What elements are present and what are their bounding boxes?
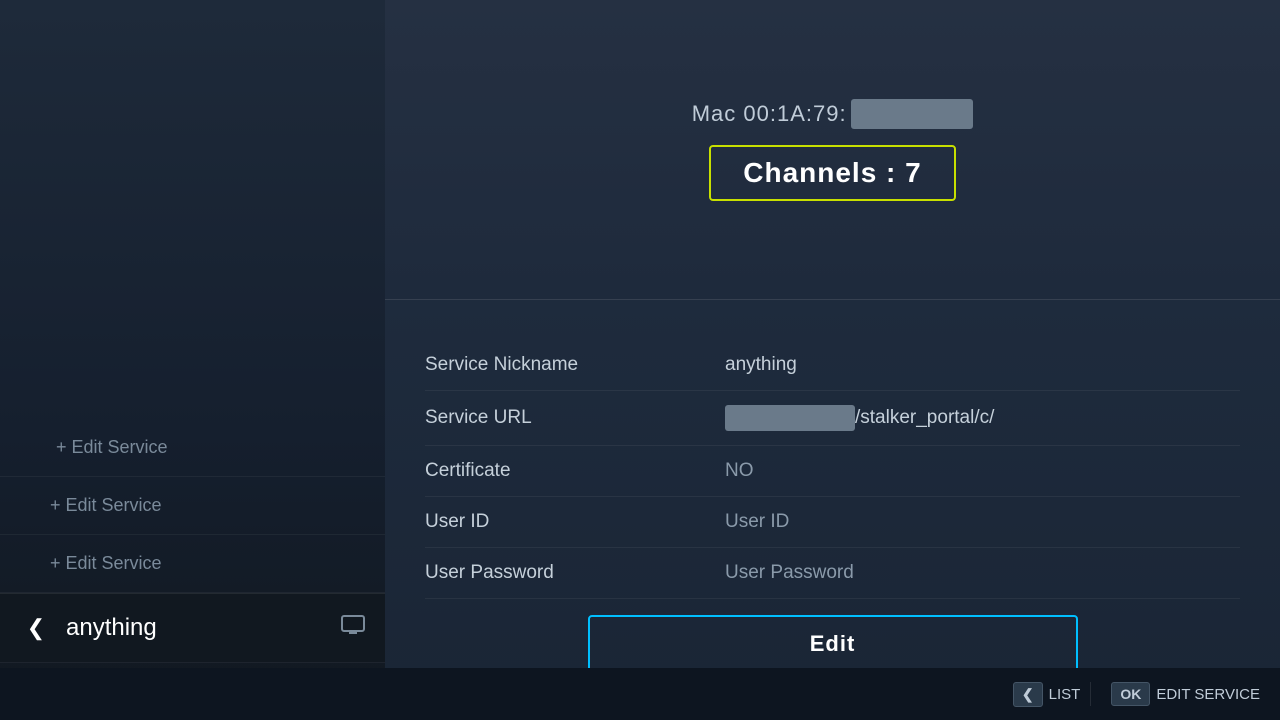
list-label: LIST bbox=[1049, 686, 1081, 703]
form-row-password: User Password User Password bbox=[425, 548, 1240, 599]
ok-label: EDIT SERVICE bbox=[1156, 686, 1260, 703]
form-value-nickname: anything bbox=[725, 354, 797, 376]
sidebar-item-label-3: + Edit Service bbox=[50, 553, 162, 573]
form-label-url: Service URL bbox=[425, 407, 725, 429]
sidebar-item-label-1: + Edit Service bbox=[56, 437, 168, 457]
back-icon: ❮ bbox=[27, 615, 45, 641]
url-redacted bbox=[725, 405, 855, 431]
monitor-icon bbox=[341, 615, 365, 641]
sidebar-items-top: + Edit Service + Edit Service + Edit Ser… bbox=[0, 0, 385, 593]
form-row-nickname: Service Nickname anything bbox=[425, 340, 1240, 391]
mac-address: Mac 00:1A:79: bbox=[692, 99, 974, 129]
bottom-separator bbox=[1090, 682, 1091, 706]
sidebar: + Edit Service + Edit Service + Edit Ser… bbox=[0, 0, 385, 720]
form-value-url: /stalker_portal/c/ bbox=[725, 405, 994, 431]
top-section: Mac 00:1A:79: Channels : 7 bbox=[385, 0, 1280, 300]
edit-button[interactable]: Edit bbox=[588, 615, 1078, 673]
mac-redacted bbox=[851, 99, 974, 129]
edit-button-label: Edit bbox=[810, 631, 856, 656]
list-nav-btn[interactable]: ❮ LIST bbox=[1013, 682, 1080, 707]
sidebar-item-1[interactable]: + Edit Service bbox=[0, 419, 385, 477]
list-key-icon: ❮ bbox=[1013, 682, 1043, 707]
sidebar-active-item[interactable]: ❮ anything bbox=[0, 593, 385, 662]
channels-badge: Channels : 7 bbox=[709, 145, 955, 201]
active-item-label: anything bbox=[66, 614, 327, 642]
form-row-url: Service URL /stalker_portal/c/ bbox=[425, 391, 1240, 446]
form-value-certificate: NO bbox=[725, 460, 754, 482]
form-row-userid: User ID User ID bbox=[425, 497, 1240, 548]
back-button[interactable]: ❮ bbox=[20, 612, 52, 644]
ok-key: OK bbox=[1111, 682, 1150, 706]
sidebar-item-2[interactable]: + Edit Service bbox=[0, 477, 385, 535]
main-container: + Edit Service + Edit Service + Edit Ser… bbox=[0, 0, 1280, 720]
form-section: Service Nickname anything Service URL /s… bbox=[385, 300, 1280, 720]
form-label-nickname: Service Nickname bbox=[425, 354, 725, 376]
channels-label: Channels : 7 bbox=[743, 157, 921, 188]
form-label-userid: User ID bbox=[425, 511, 725, 533]
edit-service-nav-btn[interactable]: OK EDIT SERVICE bbox=[1111, 682, 1260, 706]
sidebar-item-label-2: + Edit Service bbox=[50, 495, 162, 515]
mac-label: Mac 00:1A:79: bbox=[692, 101, 847, 127]
sidebar-item-3[interactable]: + Edit Service bbox=[0, 535, 385, 593]
form-label-certificate: Certificate bbox=[425, 460, 725, 482]
right-content: Mac 00:1A:79: Channels : 7 Service Nickn… bbox=[385, 0, 1280, 720]
form-label-password: User Password bbox=[425, 562, 725, 584]
url-suffix: /stalker_portal/c/ bbox=[855, 407, 994, 429]
form-value-password: User Password bbox=[725, 562, 854, 584]
form-value-userid: User ID bbox=[725, 511, 789, 533]
bottom-bar: ❮ LIST OK EDIT SERVICE bbox=[0, 668, 1280, 720]
form-row-certificate: Certificate NO bbox=[425, 446, 1240, 497]
